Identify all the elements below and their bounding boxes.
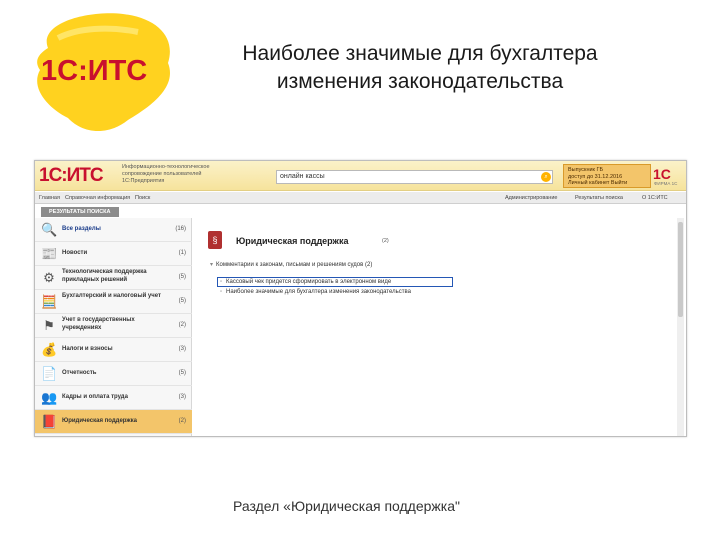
result-link[interactable]: ▫ Наиболее значимые для бухгалтера измене…: [220, 288, 411, 296]
account-panel[interactable]: Выпускник ГБ доступ до 31.12.2016 Личный…: [563, 164, 651, 188]
scrollbar-thumb[interactable]: [678, 222, 683, 317]
menu-item-about[interactable]: О 1С:ИТС: [642, 192, 668, 204]
its-app-window: 1С:ИТС Информационно-технологическое соп…: [34, 160, 687, 437]
tagline-line: 1С:Предприятия: [122, 178, 165, 184]
sidebar-item-label: Налоги и взносы: [62, 346, 113, 352]
tree-group[interactable]: ▾ Комментарии к законам, письмам и решени…: [210, 261, 372, 269]
sidebar-item-count: (3): [178, 394, 186, 400]
sidebar-item-label: Все разделы: [62, 226, 101, 232]
sidebar-item-label: Учет в государственных учреждениях: [62, 317, 135, 331]
sidebar-item-label: Бухгалтерский и налоговый учет: [62, 293, 161, 299]
menu-item-home[interactable]: Главная: [39, 192, 60, 204]
sidebar-item-all[interactable]: 🔍 Все разделы (16): [35, 218, 192, 242]
sidebar-item-gov-accounting[interactable]: ⚑ Учет в государственных учреждениях (2): [35, 314, 192, 338]
app-tagline: Информационно-технологическое сопровожде…: [122, 164, 282, 185]
sidebar-item-legal-support[interactable]: 📕 Юридическая поддержка (2): [35, 410, 192, 434]
tagline-line: Информационно-технологическое: [122, 164, 210, 170]
sidebar-item-label: Технологическая поддержка прикладных реш…: [62, 269, 147, 283]
vertical-scrollbar[interactable]: [677, 218, 684, 436]
sidebar-item-accounting[interactable]: 🧮 Бухгалтерский и налоговый учет (5): [35, 290, 192, 314]
sidebar-item-count: (3): [178, 346, 186, 352]
menu-item-admin[interactable]: Администрирование: [505, 192, 557, 204]
sidebar-item-count: (5): [178, 370, 186, 376]
result-highlight-frame: [217, 277, 453, 287]
sidebar-item-count: (5): [178, 274, 186, 280]
its-logo-blob: 1С:ИТС: [37, 13, 170, 132]
law-book-icon: §: [208, 231, 222, 249]
law-book-icon: 📕: [41, 414, 58, 429]
flag-icon: ⚑: [43, 318, 55, 333]
sidebar-item-label: Отчетность: [62, 370, 97, 376]
result-link-text[interactable]: Наиболее значимые для бухгалтера изменен…: [226, 289, 411, 295]
search-value: онлайн кассы: [280, 173, 325, 180]
sidebar-item-count: (2): [178, 418, 186, 424]
sidebar-item-label: Новости: [62, 250, 88, 256]
firm-1c-caption: ФИРМА 1С: [654, 181, 678, 186]
slide-caption: Раздел «Юридическая поддержка": [233, 498, 460, 514]
sidebar-item-reporting[interactable]: 📄 Отчетность (5): [35, 362, 192, 386]
section-title: Юридическая поддержка: [236, 236, 349, 246]
tree-group-label: Комментарии к законам, письмам и решения…: [216, 262, 373, 268]
app-logo[interactable]: 1С:ИТС: [39, 165, 104, 187]
people-icon: 👥: [41, 390, 58, 405]
main-menu: Главная Справочная информация Поиск Адми…: [35, 192, 686, 204]
coins-icon: 💰: [41, 342, 58, 357]
sidebar-item-count: (1): [178, 250, 186, 256]
menu-item-reference[interactable]: Справочная информация: [65, 192, 130, 204]
menu-item-search[interactable]: Поиск: [135, 192, 150, 204]
sidebar-item-label: Юридическая поддержка: [62, 418, 137, 424]
calculator-icon: 🧮: [41, 294, 58, 309]
sidebar-item-news[interactable]: 📰 Новости (1): [35, 242, 192, 266]
tab-search-results[interactable]: РЕЗУЛЬТАТЫ ПОИСКА: [41, 207, 119, 217]
firm-1c-logo: 1С: [653, 166, 671, 182]
results-panel: § Юридическая поддержка (2) ▾ Комментарии…: [200, 218, 678, 436]
search-icon[interactable]: ⌕: [541, 172, 551, 182]
its-logo-text: 1С:ИТС: [41, 55, 147, 87]
sidebar-item-tech-support[interactable]: ⚙ Технологическая поддержка прикладных р…: [35, 266, 192, 290]
app-header: 1С:ИТС Информационно-технологическое соп…: [35, 161, 686, 191]
account-links[interactable]: Личный кабинет Выйти: [568, 180, 646, 187]
slide-title-line-2: изменения законодательства: [276, 70, 564, 93]
slide-title-line-1: Наиболее значимые для бухгалтера: [242, 42, 598, 65]
magnifier-icon: 🔍: [41, 222, 58, 237]
gear-icon: ⚙: [43, 270, 55, 285]
slide-title: Наиболее значимые для бухгалтера изменен…: [200, 40, 640, 96]
tagline-line: сопровождение пользователей: [122, 171, 202, 177]
category-sidebar: 🔍 Все разделы (16) 📰 Новости (1) ⚙ Техно…: [35, 218, 192, 436]
sidebar-item-count: (2): [178, 322, 186, 328]
search-input[interactable]: онлайн кассы ⌕: [276, 170, 553, 184]
menu-item-search-results[interactable]: Результаты поиска: [575, 192, 623, 204]
report-icon: 📄: [41, 366, 58, 381]
sidebar-item-label: Кадры и оплата труда: [62, 394, 128, 400]
section-count: (2): [382, 238, 389, 244]
news-icon: 📰: [41, 246, 58, 261]
sidebar-item-taxes[interactable]: 💰 Налоги и взносы (3): [35, 338, 192, 362]
sidebar-item-count: (5): [178, 298, 186, 304]
sidebar-item-count: (16): [175, 226, 186, 232]
sidebar-item-hr-payroll[interactable]: 👥 Кадры и оплата труда (3): [35, 386, 192, 410]
